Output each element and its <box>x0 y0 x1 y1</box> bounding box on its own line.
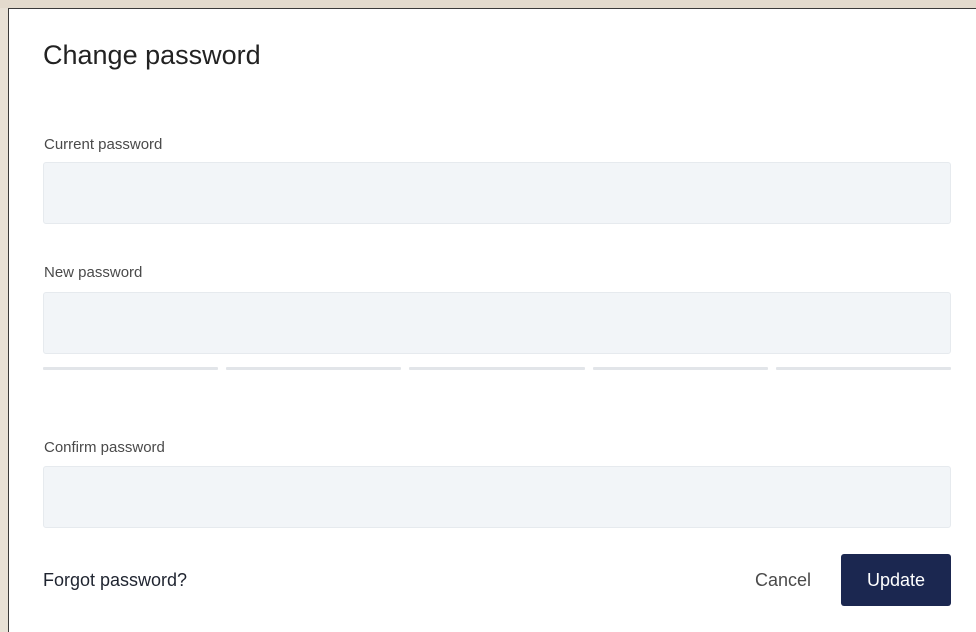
strength-segment <box>43 367 219 370</box>
password-strength-meter <box>43 367 952 370</box>
page-backdrop <box>0 0 976 8</box>
cancel-button[interactable]: Cancel <box>751 565 815 595</box>
strength-segment <box>409 367 585 370</box>
dialog-title: Change password <box>43 40 261 70</box>
strength-segment <box>775 367 952 370</box>
new-password-field[interactable] <box>43 292 951 354</box>
confirm-password-field[interactable] <box>43 466 951 528</box>
forgot-password-link[interactable]: Forgot password? <box>43 569 187 591</box>
update-button[interactable]: Update <box>841 554 951 606</box>
current-password-field[interactable] <box>43 162 951 224</box>
confirm-password-label: Confirm password <box>44 439 165 456</box>
current-password-label: Current password <box>44 136 163 153</box>
strength-segment <box>226 367 402 370</box>
new-password-label: New password <box>44 264 143 281</box>
strength-segment <box>592 367 768 370</box>
change-password-dialog: Change password Current password New pas… <box>8 8 976 632</box>
